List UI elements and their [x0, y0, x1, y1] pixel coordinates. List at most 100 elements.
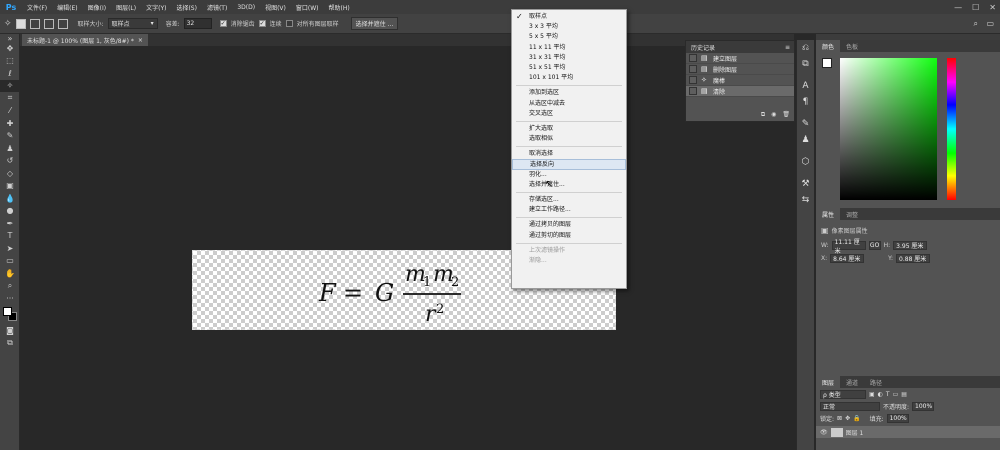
blur-tool-icon[interactable]: 💧 — [0, 192, 20, 205]
lock-pixels-icon[interactable]: ⊠ — [837, 415, 842, 422]
menu-view[interactable]: 视图(V) — [260, 3, 291, 12]
intersect-selection-icon[interactable] — [57, 18, 68, 29]
history-item[interactable]: ▤ 删除图层 — [686, 64, 794, 75]
character-panel-icon[interactable]: A — [797, 78, 814, 94]
context-menu-item[interactable]: 3 x 3 平均 — [512, 22, 626, 32]
context-menu-item[interactable]: ✓ 取样点 — [512, 12, 626, 22]
context-menu-item[interactable]: 建立工作路径... — [512, 205, 626, 215]
pen-tool-icon[interactable]: ✒ — [0, 217, 20, 230]
lock-all-icon[interactable]: 🔒 — [853, 415, 860, 422]
new-document-from-state-icon[interactable]: ⧉ — [761, 111, 765, 119]
clone-source-icon[interactable]: ♟ — [797, 132, 814, 148]
filter-adjust-icon[interactable]: ◐ — [878, 391, 883, 398]
context-menu-item[interactable]: 扩大选取 — [512, 124, 626, 134]
move-tool-icon[interactable]: ✥ — [0, 42, 20, 55]
height-input[interactable]: 3.95 厘米 — [893, 241, 928, 250]
marquee-tool-icon[interactable]: ⬚ — [0, 55, 20, 68]
maximize-icon[interactable]: ☐ — [972, 3, 979, 12]
tab-swatches[interactable]: 色板 — [840, 40, 864, 52]
contiguous-checkbox[interactable]: ✓ — [258, 20, 266, 27]
zoom-tool-icon[interactable]: ⌕ — [0, 280, 20, 293]
history-item[interactable]: ✧ 魔棒 — [686, 75, 794, 86]
history-snapshot-box[interactable] — [689, 87, 697, 95]
more-tools-icon[interactable]: ··· — [0, 292, 20, 305]
menu-image[interactable]: 图像(I) — [83, 3, 111, 12]
panel-menu-icon[interactable]: ≡ — [785, 44, 790, 51]
close-icon[interactable]: ✕ — [989, 3, 996, 12]
magic-wand-tool-icon[interactable]: ✧ — [0, 79, 20, 92]
context-menu-item[interactable]: 通过剪切的图层 — [512, 231, 626, 241]
brush-panel-icon[interactable]: ✎ — [797, 116, 814, 132]
hue-slider[interactable] — [947, 58, 956, 200]
document-tab[interactable]: 未标题-1 @ 100% (图层 1, 灰色/8#) * × — [22, 34, 148, 46]
menu-window[interactable]: 窗口(W) — [291, 3, 324, 12]
context-menu-item[interactable]: 通过拷贝的图层 — [512, 220, 626, 230]
subtract-selection-icon[interactable] — [43, 18, 54, 29]
eyedropper-tool-icon[interactable]: ⁄ — [0, 105, 20, 118]
layer-row[interactable]: 👁 图层 1 — [816, 426, 1000, 438]
history-snapshot-box[interactable] — [689, 54, 697, 62]
menu-help[interactable]: 帮助(H) — [324, 3, 355, 12]
healing-brush-icon[interactable]: ✚ — [0, 117, 20, 130]
menu-type[interactable]: 文字(Y) — [141, 3, 171, 12]
history-brush-icon[interactable]: ↺ — [0, 155, 20, 168]
foreground-color-swatch[interactable] — [822, 58, 832, 68]
tab-properties[interactable]: 属性 — [816, 208, 841, 220]
tab-adjustments[interactable]: 调整 — [840, 208, 864, 220]
tab-paths[interactable]: 路径 — [864, 376, 888, 388]
trash-icon[interactable]: 🗑 — [782, 111, 790, 119]
brush-tool-icon[interactable]: ✎ — [0, 130, 20, 143]
eraser-tool-icon[interactable]: ◇ — [0, 167, 20, 180]
magic-wand-tool-icon[interactable]: ✧ — [4, 19, 12, 29]
link-button[interactable]: GO — [868, 241, 881, 250]
menu-file[interactable]: 文件(F) — [22, 3, 52, 12]
tab-layers[interactable]: 图层 — [816, 376, 841, 388]
shape-tool-icon[interactable]: ▭ — [0, 255, 20, 268]
context-menu-item[interactable]: 交叉选区 — [512, 109, 626, 119]
filter-shape-icon[interactable]: ▭ — [893, 391, 899, 398]
context-menu-item[interactable]: 羽化... — [512, 170, 626, 180]
history-item-current[interactable]: ▤ 清除 — [686, 86, 794, 97]
x-input[interactable]: 8.64 厘米 — [830, 254, 865, 263]
gradient-tool-icon[interactable]: ▣ — [0, 180, 20, 193]
close-tab-icon[interactable]: × — [138, 37, 143, 44]
context-menu-item[interactable]: 5 x 5 平均 — [512, 32, 626, 42]
context-menu-item[interactable]: 31 x 31 平均 — [512, 53, 626, 63]
add-selection-icon[interactable] — [29, 18, 40, 29]
workspace-icon[interactable]: ▭ — [986, 19, 994, 28]
foreground-color-swatch[interactable] — [3, 306, 12, 316]
menu-3d[interactable]: 3D(D) — [232, 4, 260, 11]
context-menu-item[interactable]: 选择并遮住... — [512, 180, 626, 190]
context-menu-item[interactable]: 从选区中减去 — [512, 99, 626, 109]
lasso-tool-icon[interactable]: ℓ — [0, 67, 20, 80]
history-snapshot-box[interactable] — [689, 65, 697, 73]
history-panel-icon[interactable]: ⎌ — [797, 40, 814, 56]
history-item[interactable]: ▤ 建立图层 — [686, 53, 794, 64]
fill-input[interactable]: 100% — [886, 413, 909, 423]
new-selection-icon[interactable] — [15, 18, 26, 29]
filter-type-icon[interactable]: T — [886, 391, 890, 398]
opacity-input[interactable]: 100% — [912, 401, 935, 411]
camera-icon[interactable]: ◉ — [771, 111, 776, 119]
tab-color[interactable]: 颜色 — [816, 40, 841, 52]
crop-tool-icon[interactable]: ⌗ — [0, 92, 20, 105]
path-selection-icon[interactable]: ➤ — [0, 242, 20, 255]
quick-mask-icon[interactable]: ◙ — [0, 325, 20, 338]
tool-presets-icon[interactable]: ⚒ — [797, 176, 814, 192]
sample-size-select[interactable]: 取样点 ▾ — [107, 18, 158, 29]
color-picker-field[interactable] — [840, 58, 937, 200]
context-menu-item[interactable]: 选取相似 — [512, 134, 626, 144]
tab-channels[interactable]: 通道 — [840, 376, 864, 388]
3d-panel-icon[interactable]: ⬡ — [797, 154, 814, 170]
menu-filter[interactable]: 滤镜(T) — [202, 3, 232, 12]
minimize-icon[interactable]: — — [954, 3, 962, 12]
context-menu-item[interactable]: 选择反向 — [512, 159, 626, 170]
filter-smart-icon[interactable]: ▤ — [901, 391, 907, 398]
hand-tool-icon[interactable]: ✋ — [0, 267, 20, 280]
all-layers-checkbox[interactable] — [285, 20, 293, 27]
context-menu-item[interactable]: 添加到选区 — [512, 88, 626, 98]
paragraph-panel-icon[interactable]: ¶ — [797, 94, 814, 110]
search-icon[interactable]: ⌕ — [974, 19, 978, 29]
context-menu-item[interactable]: 存储选区... — [512, 195, 626, 205]
adjust-panel-icon[interactable]: ⇆ — [797, 192, 814, 208]
